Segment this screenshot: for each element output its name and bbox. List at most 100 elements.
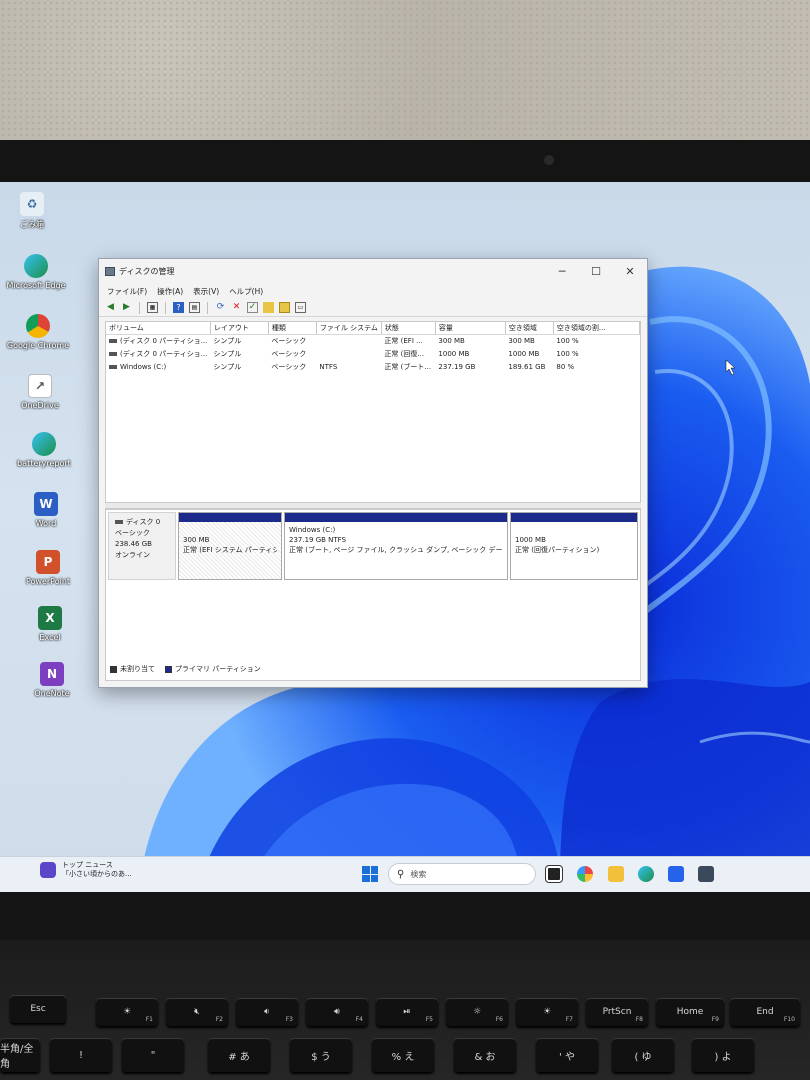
desktop-icon-word[interactable]: W Word xyxy=(10,492,82,528)
desktop-icon-powerpoint[interactable]: P PowerPoint xyxy=(12,550,84,586)
cell-layout: シンプル xyxy=(213,349,242,358)
properties-icon[interactable]: ▤ xyxy=(189,302,200,313)
minimize-button[interactable]: ─ xyxy=(545,259,579,283)
news-widget[interactable]: トップ ニュース 「小さい頃からのあ... xyxy=(40,861,132,879)
cell-type: ベーシック xyxy=(271,336,307,345)
delete-icon[interactable]: ✕ xyxy=(231,302,242,313)
desktop-icon-onenote[interactable]: N OneNote xyxy=(16,662,88,698)
col-layout[interactable]: レイアウト xyxy=(210,322,269,335)
mute-icon: 🔇︎ xyxy=(194,1007,200,1017)
cell-capacity: 300 MB xyxy=(438,336,465,345)
screen: ♻ ごみ箱 Microsoft Edge Google Chrome ↗ One… xyxy=(0,182,810,892)
cell-free-percent: 100 % xyxy=(556,349,579,358)
key-f7[interactable]: ☀ F7 xyxy=(516,998,578,1026)
key-f8[interactable]: PrtScn F8 xyxy=(586,998,648,1026)
desktop-icon-batteryreport[interactable]: batteryreport xyxy=(8,432,80,468)
partition-efi[interactable]: 300 MB 正常 (EFI システム パーティシ xyxy=(178,512,282,580)
legend-swatch-primary xyxy=(165,665,172,673)
col-type[interactable]: 種類 xyxy=(268,322,317,335)
key-f9[interactable]: Home F9 xyxy=(656,998,724,1026)
key-hankaku-zenkaku[interactable]: 半角/全角 xyxy=(0,1038,40,1072)
partition-windows-c[interactable]: Windows (C:) 237.19 GB NTFS 正常 (ブート, ページ… xyxy=(284,512,508,580)
forward-arrow-icon[interactable]: ▶ xyxy=(121,302,132,313)
new-volume-icon[interactable] xyxy=(263,302,274,313)
table-row[interactable]: (ディスク 0 パーティショ... シンプル ベーシック 正常 (EFI ...… xyxy=(106,334,640,347)
table-row[interactable]: (ディスク 0 パーティショ... シンプル ベーシック 正常 (回復... 1… xyxy=(106,347,640,360)
start-button[interactable] xyxy=(362,866,378,882)
powerpoint-icon: P xyxy=(36,550,60,574)
key-2[interactable]: " xyxy=(122,1038,184,1072)
disk-management-taskbar-icon[interactable] xyxy=(698,866,714,882)
store-icon[interactable] xyxy=(668,866,684,882)
disk-info-box[interactable]: ディスク 0 ベーシック 238.46 GB オンライン xyxy=(108,512,176,580)
partition-recovery[interactable]: 1000 MB 正常 (回復パーティション) xyxy=(510,512,638,580)
cell-free-space: 189.61 GB xyxy=(508,362,546,371)
edge-icon xyxy=(32,432,56,456)
rescan-icon[interactable]: ⟳ xyxy=(215,302,226,313)
help-book-icon[interactable]: ? xyxy=(173,302,184,313)
file-explorer-icon[interactable] xyxy=(608,866,624,882)
recycle-bin-icon: ♻ xyxy=(20,192,44,216)
desktop-icon-edge[interactable]: Microsoft Edge xyxy=(0,254,72,290)
key-esc[interactable]: Esc xyxy=(10,995,66,1023)
task-view-icon[interactable] xyxy=(545,865,563,883)
volume-icon xyxy=(109,338,117,343)
brightness-low-icon: ☼ xyxy=(472,1007,482,1017)
key-6[interactable]: & お xyxy=(454,1038,516,1072)
cell-free-percent: 80 % xyxy=(556,362,575,371)
taskbar-search[interactable]: ⚲ 検索 xyxy=(388,863,536,885)
cell-capacity: 1000 MB xyxy=(438,349,470,358)
menu-help[interactable]: ヘルプ(H) xyxy=(229,286,263,297)
close-button[interactable]: ✕ xyxy=(613,259,647,283)
menu-file[interactable]: ファイル(F) xyxy=(107,286,147,297)
cell-free-space: 300 MB xyxy=(508,336,535,345)
table-row[interactable]: Windows (C:) シンプル ベーシック NTFS 正常 (ブート... … xyxy=(106,360,640,373)
disk-status: オンライン xyxy=(115,551,150,559)
desktop-icon-excel[interactable]: X Excel xyxy=(14,606,86,642)
partition-bar xyxy=(179,513,281,522)
key-f2[interactable]: 🔇︎ F2 xyxy=(166,998,228,1026)
disk-size: 238.46 GB xyxy=(115,540,152,548)
search-placeholder: 検索 xyxy=(410,869,427,879)
col-filesystem[interactable]: ファイル システム xyxy=(316,322,382,335)
disk-graphic-pane: ディスク 0 ベーシック 238.46 GB オンライン 300 MB 正常 (… xyxy=(105,509,641,681)
desktop-icon-chrome[interactable]: Google Chrome xyxy=(2,314,74,350)
key-5[interactable]: % え xyxy=(372,1038,434,1072)
key-f4[interactable]: 🔊︎ F4 xyxy=(306,998,368,1026)
col-free-percent[interactable]: 空き領域の割... xyxy=(553,322,640,335)
key-f6[interactable]: ☼ F6 xyxy=(446,998,508,1026)
menu-view[interactable]: 表示(V) xyxy=(193,286,219,297)
key-f3[interactable]: 🔉︎ F3 xyxy=(236,998,298,1026)
key-f1[interactable]: ☀ F1 xyxy=(96,998,158,1026)
key-f5[interactable]: ⏯ F5 xyxy=(376,998,438,1026)
col-capacity[interactable]: 容量 xyxy=(435,322,506,335)
copilot-icon[interactable] xyxy=(577,866,593,882)
key-9[interactable]: ) よ xyxy=(692,1038,754,1072)
key-8[interactable]: ( ゆ xyxy=(612,1038,674,1072)
key-4[interactable]: $ う xyxy=(290,1038,352,1072)
volume-table: ボリューム レイアウト 種類 ファイル システム 状態 容量 空き領域 空き領域… xyxy=(106,322,640,373)
checkmark-icon[interactable]: ✓ xyxy=(247,302,258,313)
title-bar[interactable]: ディスクの管理 ─ ☐ ✕ xyxy=(99,259,647,283)
back-arrow-icon[interactable]: ◀ xyxy=(105,302,116,313)
desktop-icon-onedrive[interactable]: ↗ OneDrive xyxy=(4,374,76,410)
grid-view-icon[interactable]: ▦ xyxy=(147,302,158,313)
cell-volume: (ディスク 0 パーティショ... xyxy=(106,334,210,347)
menu-action[interactable]: 操作(A) xyxy=(157,286,183,297)
toolbar-separator xyxy=(207,301,208,314)
console-icon[interactable]: ▭ xyxy=(295,302,306,313)
key-1[interactable]: ! xyxy=(50,1038,112,1072)
edge-icon[interactable] xyxy=(638,866,654,882)
col-volume[interactable]: ボリューム xyxy=(106,322,211,335)
key-f10[interactable]: End F10 xyxy=(730,998,800,1026)
partition-name xyxy=(515,525,633,535)
menu-bar: ファイル(F) 操作(A) 表示(V) ヘルプ(H) xyxy=(99,283,647,299)
maximize-button[interactable]: ☐ xyxy=(579,259,613,283)
col-free-space[interactable]: 空き領域 xyxy=(505,322,554,335)
open-icon[interactable] xyxy=(279,302,290,313)
key-3[interactable]: # あ xyxy=(208,1038,270,1072)
cell-capacity: 237.19 GB xyxy=(438,362,476,371)
key-7[interactable]: ' や xyxy=(536,1038,598,1072)
desktop-icon-recycle-bin[interactable]: ♻ ごみ箱 xyxy=(0,192,68,230)
col-status[interactable]: 状態 xyxy=(381,322,436,335)
